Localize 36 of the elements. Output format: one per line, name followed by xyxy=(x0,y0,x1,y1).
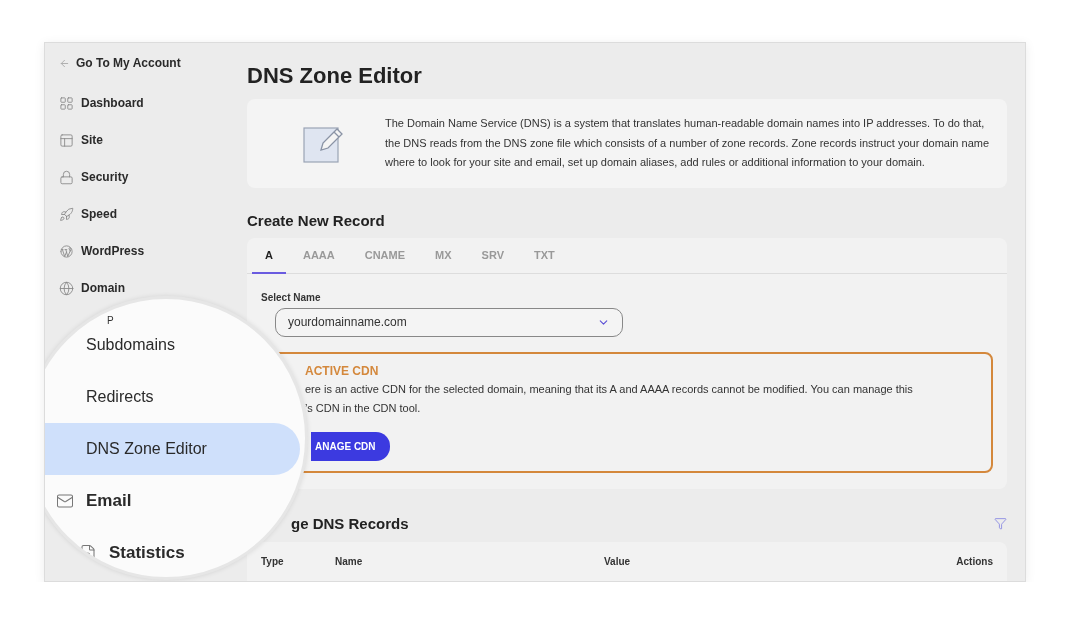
manage-cdn-button[interactable]: ANAGE CDN xyxy=(311,431,390,461)
sidebar-item[interactable]: Redirects xyxy=(45,385,158,409)
sidebar-item[interactable]: Speed xyxy=(59,204,117,224)
sidebar-item[interactable]: Email xyxy=(45,489,136,513)
section-heading: Create New Record xyxy=(247,211,386,230)
wordpress-icon xyxy=(59,243,74,259)
partial-label: P xyxy=(107,315,114,326)
section-heading: ge DNS Records xyxy=(291,514,409,532)
grid-icon xyxy=(59,95,74,111)
sidebar-item[interactable]: WordPress xyxy=(59,241,145,261)
info-text: The Domain Name Service (DNS) is a system that translates human-readable domain names into IP addresses. To do that, the DNS reads from the DNS zone file which consists of a number of zone records. Zone records instruct your domain name where to look for your site and email, set up domain aliases, add rules or additional information to your domain. xyxy=(385,116,991,171)
notice-text: ere is an active CDN for the selected domain, meaning that its A and AAAA records cannot be modified. You can manage this xyxy=(305,381,913,397)
back-link[interactable]: Go To My Account xyxy=(59,53,181,73)
sidebar-item[interactable]: Statistics xyxy=(45,541,189,565)
notice-title: ACTIVE CDN xyxy=(305,362,379,380)
column-header: Value xyxy=(604,555,631,567)
filter-icon[interactable] xyxy=(994,516,1007,530)
rocket-icon xyxy=(59,206,74,222)
notice-text: ’s CDN in the CDN tool. xyxy=(305,400,421,416)
sidebar-item[interactable]: Site xyxy=(59,130,103,150)
mail-icon xyxy=(56,492,74,510)
layout-icon xyxy=(59,132,74,148)
arrow-left-icon xyxy=(59,57,70,69)
lock-icon xyxy=(59,169,74,185)
record-type-tab[interactable]: A xyxy=(252,237,286,274)
column-header: Actions xyxy=(956,555,993,567)
sidebar-item[interactable]: Subdomains xyxy=(45,333,179,357)
field-label: Select Name xyxy=(261,291,322,303)
globe-icon xyxy=(59,280,74,296)
page-title: DNS Zone Editor xyxy=(247,62,423,90)
sidebar-item[interactable]: Security xyxy=(59,167,129,187)
sidebar-item[interactable]: Domain xyxy=(59,278,125,298)
column-header: Name xyxy=(335,555,363,567)
sidebar-item[interactable]: DNS Zone Editor xyxy=(45,423,300,475)
column-header: Type xyxy=(261,555,284,567)
sidebar-item[interactable]: Dashboard xyxy=(59,93,144,113)
